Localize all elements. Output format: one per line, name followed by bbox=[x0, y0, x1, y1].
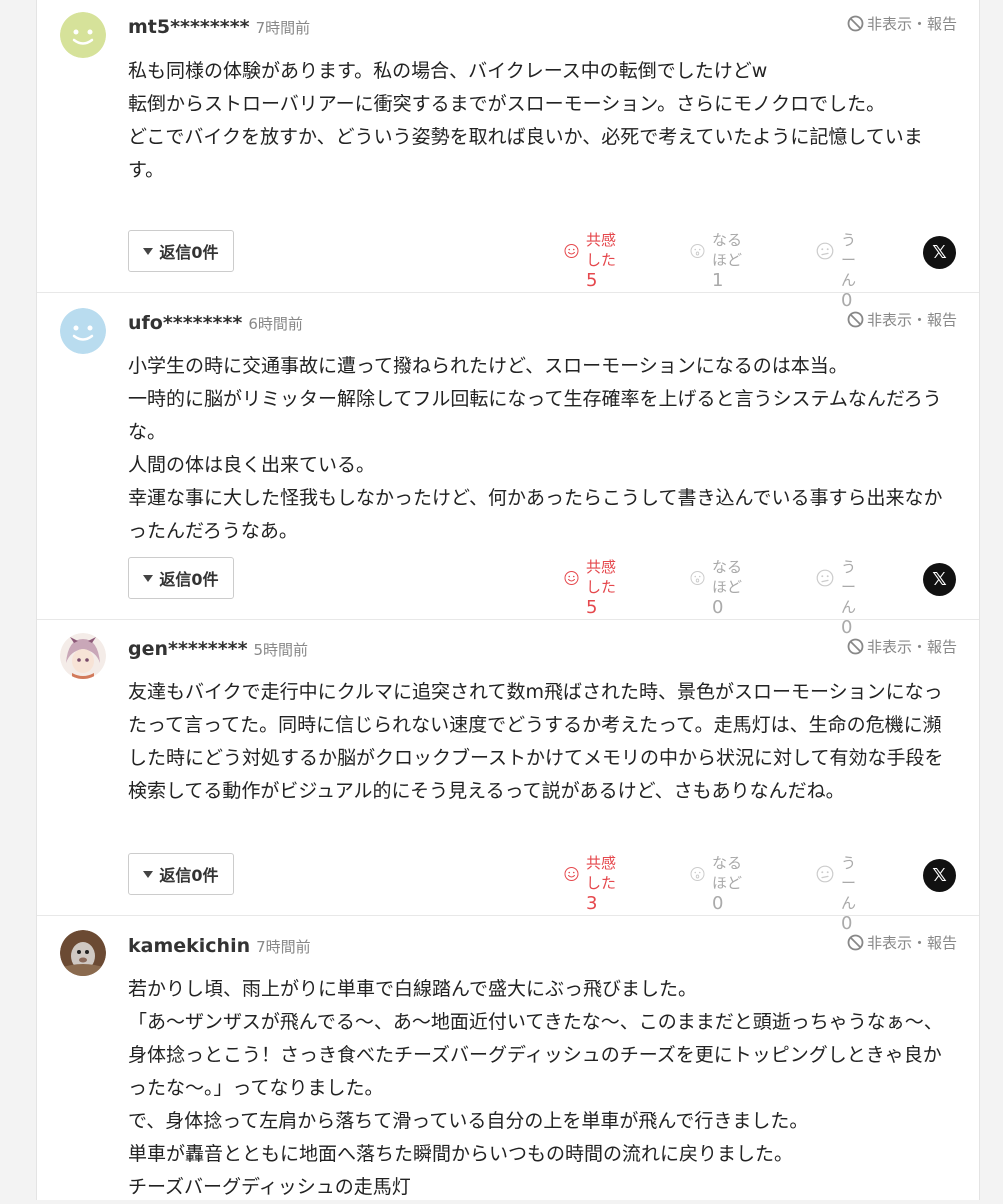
caret-down-icon bbox=[143, 247, 154, 255]
username-text[interactable]: kamekichin bbox=[128, 935, 250, 957]
reaction-label: 共感した bbox=[586, 231, 617, 269]
reaction-count: 3 bbox=[586, 893, 598, 914]
avatar[interactable] bbox=[60, 633, 106, 679]
hide-report-label[interactable]: 非表示・報告 bbox=[867, 932, 957, 953]
hide-report-label[interactable]: 非表示・報告 bbox=[867, 13, 957, 34]
avatar[interactable] bbox=[60, 308, 106, 354]
surprised-face-icon bbox=[690, 244, 705, 258]
x-share-button[interactable]: 𝕏 bbox=[923, 859, 956, 892]
thinking-face-icon bbox=[816, 569, 834, 587]
username-text[interactable]: mt5******** bbox=[128, 16, 250, 38]
x-share-button[interactable]: 𝕏 bbox=[923, 563, 956, 596]
comment-item: gen******** 5時間前 非表示・報告 友達もバイクで走行中にクルマに追突… bbox=[37, 619, 979, 934]
hide-report-link[interactable]: 非表示・報告 bbox=[847, 932, 957, 953]
comment-time: 5時間前 bbox=[253, 641, 309, 659]
caret-down-icon bbox=[143, 870, 154, 878]
hide-report-label[interactable]: 非表示・報告 bbox=[867, 636, 957, 657]
reply-button[interactable]: 返信0件 bbox=[128, 557, 234, 599]
comment-username[interactable]: kamekichin 7時間前 bbox=[128, 935, 311, 957]
comment-time: 6時間前 bbox=[248, 315, 303, 333]
hide-report-link[interactable]: 非表示・報告 bbox=[847, 13, 957, 34]
comment-username[interactable]: gen******** 5時間前 bbox=[128, 638, 308, 660]
reaction-label: 共感した bbox=[586, 854, 617, 892]
username-text[interactable]: ufo******** bbox=[128, 312, 242, 334]
surprised-face-icon bbox=[690, 571, 705, 585]
comment-body: 小学生の時に交通事故に遭って撥ねられたけど、スローモーションになるのは本当。 一… bbox=[128, 355, 943, 542]
x-logo-icon: 𝕏 bbox=[932, 865, 947, 886]
reaction-label: うーん bbox=[841, 558, 857, 616]
reply-button[interactable]: 返信0件 bbox=[128, 230, 234, 272]
reaction-empathy[interactable]: 共感した 5 bbox=[564, 230, 616, 292]
comment-username[interactable]: ufo******** 6時間前 bbox=[128, 312, 303, 334]
reply-label[interactable]: 返信0件 bbox=[159, 566, 218, 590]
hide-report-link[interactable]: 非表示・報告 bbox=[847, 309, 957, 330]
x-logo-icon: 𝕏 bbox=[932, 242, 947, 263]
comment-list: mt5******** 7時間前 非表示・報告 私も同様の体験があります。私の場合… bbox=[36, 0, 980, 1200]
ban-icon bbox=[847, 15, 864, 32]
reaction-empathy[interactable]: 共感した 5 bbox=[564, 557, 616, 619]
smile-face-icon bbox=[564, 867, 579, 881]
comment-time: 7時間前 bbox=[255, 19, 311, 37]
reaction-count: 0 bbox=[712, 597, 724, 618]
comment-body: 私も同様の体験があります。私の場合、バイクレース中の転倒でしたけどw 転倒からス… bbox=[128, 60, 923, 181]
comment-body: 若かりし頃、雨上がりに単車で白線踏んで盛大にぶっ飛びました。 「あ〜ザンザスが飛… bbox=[128, 978, 943, 1198]
reaction-naruhodo[interactable]: なるほど 0 bbox=[690, 853, 742, 915]
surprised-face-icon bbox=[690, 867, 705, 881]
smile-face-icon bbox=[564, 571, 579, 585]
reaction-naruhodo[interactable]: なるほど 0 bbox=[690, 557, 742, 619]
thinking-face-icon bbox=[816, 865, 834, 883]
x-share-button[interactable]: 𝕏 bbox=[923, 236, 956, 269]
hide-report-label[interactable]: 非表示・報告 bbox=[867, 309, 957, 330]
reaction-label: なるほど bbox=[712, 231, 743, 269]
reaction-label: うーん bbox=[841, 231, 857, 289]
reaction-label: 共感した bbox=[586, 558, 617, 596]
reaction-count: 5 bbox=[586, 270, 598, 291]
avatar[interactable] bbox=[60, 930, 106, 976]
reaction-empathy[interactable]: 共感した 3 bbox=[564, 853, 616, 915]
reaction-count: 1 bbox=[712, 270, 724, 291]
reaction-naruhodo[interactable]: なるほど 1 bbox=[690, 230, 742, 292]
reaction-label: なるほど bbox=[712, 558, 743, 596]
hide-report-link[interactable]: 非表示・報告 bbox=[847, 636, 957, 657]
thinking-face-icon bbox=[816, 242, 834, 260]
reply-button[interactable]: 返信0件 bbox=[128, 853, 234, 895]
comment-time: 7時間前 bbox=[256, 938, 311, 956]
x-logo-icon: 𝕏 bbox=[932, 569, 947, 590]
caret-down-icon bbox=[143, 574, 154, 582]
comment-item: mt5******** 7時間前 非表示・報告 私も同様の体験があります。私の場合… bbox=[37, 0, 979, 311]
ban-icon bbox=[847, 638, 864, 655]
smile-face-icon bbox=[564, 244, 579, 258]
reply-label[interactable]: 返信0件 bbox=[159, 862, 218, 886]
reaction-label: なるほど bbox=[712, 854, 743, 892]
comment-username[interactable]: mt5******** 7時間前 bbox=[128, 16, 310, 38]
comment-item: ufo******** 6時間前 非表示・報告 小学生の時に交通事故に遭って撥ねら… bbox=[37, 292, 979, 638]
reaction-count: 5 bbox=[586, 597, 598, 618]
reply-label[interactable]: 返信0件 bbox=[159, 239, 218, 263]
reaction-count: 0 bbox=[712, 893, 724, 914]
comment-body: 友達もバイクで走行中にクルマに追突されて数m飛ばされた時、景色がスローモーション… bbox=[128, 681, 944, 802]
scrollbar[interactable] bbox=[984, 0, 1003, 1200]
ban-icon bbox=[847, 311, 864, 328]
avatar[interactable] bbox=[60, 12, 106, 58]
ban-icon bbox=[847, 934, 864, 951]
comment-item: kamekichin 7時間前 非表示・報告 若かりし頃、雨上がりに単車で白線踏ん… bbox=[37, 915, 979, 1200]
reaction-label: うーん bbox=[841, 854, 857, 912]
username-text[interactable]: gen******** bbox=[128, 638, 248, 660]
